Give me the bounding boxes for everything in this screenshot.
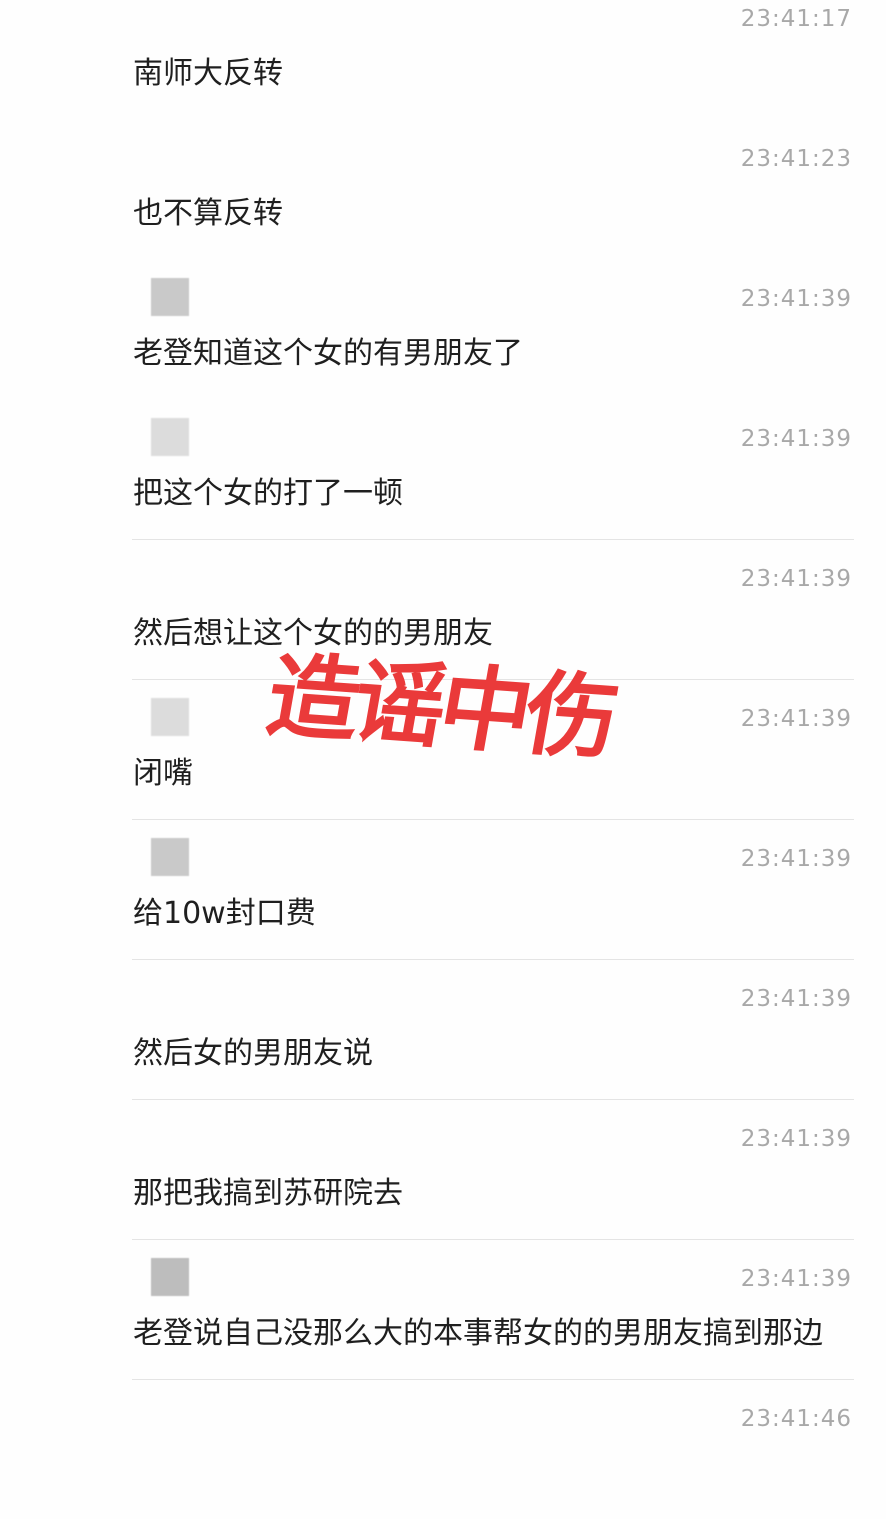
message-timestamp: 23:41:39 — [740, 566, 852, 592]
message-divider — [132, 1099, 854, 1100]
message-item: 23:41:39 老登说自己没那么大的本事帮女的的男朋友搞到那边 — [0, 1239, 886, 1379]
message-timestamp: 23:41:39 — [740, 986, 852, 1012]
message-item: 23:41:17 南师大反转 — [0, 0, 886, 119]
message-timestamp: 23:41:46 — [740, 1406, 852, 1432]
message-item: 23:41:46 — [0, 1379, 886, 1519]
message-text: 那把我搞到苏研院去 — [133, 1176, 403, 1211]
message-timestamp: 23:41:39 — [740, 1126, 852, 1152]
message-divider — [132, 1379, 854, 1380]
avatar[interactable] — [151, 838, 189, 876]
message-text: 老登说自己没那么大的本事帮女的的男朋友搞到那边 — [133, 1316, 823, 1351]
message-item: 23:41:39 那把我搞到苏研院去 — [0, 1099, 886, 1239]
avatar[interactable] — [151, 1258, 189, 1296]
message-timestamp: 23:41:39 — [740, 706, 852, 732]
message-text: 把这个女的打了一顿 — [133, 476, 403, 511]
avatar[interactable] — [151, 278, 189, 316]
avatar[interactable] — [151, 418, 189, 456]
message-item: 23:41:39 把这个女的打了一顿 — [0, 399, 886, 539]
message-timestamp: 23:41:39 — [740, 286, 852, 312]
message-divider — [132, 819, 854, 820]
message-timestamp: 23:41:23 — [740, 146, 852, 172]
message-item: 23:41:23 也不算反转 — [0, 119, 886, 259]
message-divider — [132, 1239, 854, 1240]
message-timestamp: 23:41:39 — [740, 1266, 852, 1292]
message-text: 南师大反转 — [133, 56, 283, 91]
message-text: 也不算反转 — [133, 196, 283, 231]
message-timestamp: 23:41:39 — [740, 846, 852, 872]
message-text: 然后想让这个女的的男朋友 — [133, 616, 493, 651]
message-timestamp: 23:41:17 — [740, 6, 852, 32]
message-text: 老登知道这个女的有男朋友了 — [133, 336, 523, 371]
message-divider — [132, 539, 854, 540]
message-timestamp: 23:41:39 — [740, 426, 852, 452]
message-item: 23:41:39 给10w封口费 — [0, 819, 886, 959]
message-divider — [132, 959, 854, 960]
message-item: 23:41:39 然后女的男朋友说 — [0, 959, 886, 1099]
overlay-stamp-text: 造谣中伤 — [259, 642, 622, 773]
message-text: 给10w封口费 — [133, 896, 316, 931]
message-item: 23:41:39 老登知道这个女的有男朋友了 — [0, 259, 886, 399]
message-text: 然后女的男朋友说 — [133, 1036, 373, 1071]
avatar[interactable] — [151, 698, 189, 736]
